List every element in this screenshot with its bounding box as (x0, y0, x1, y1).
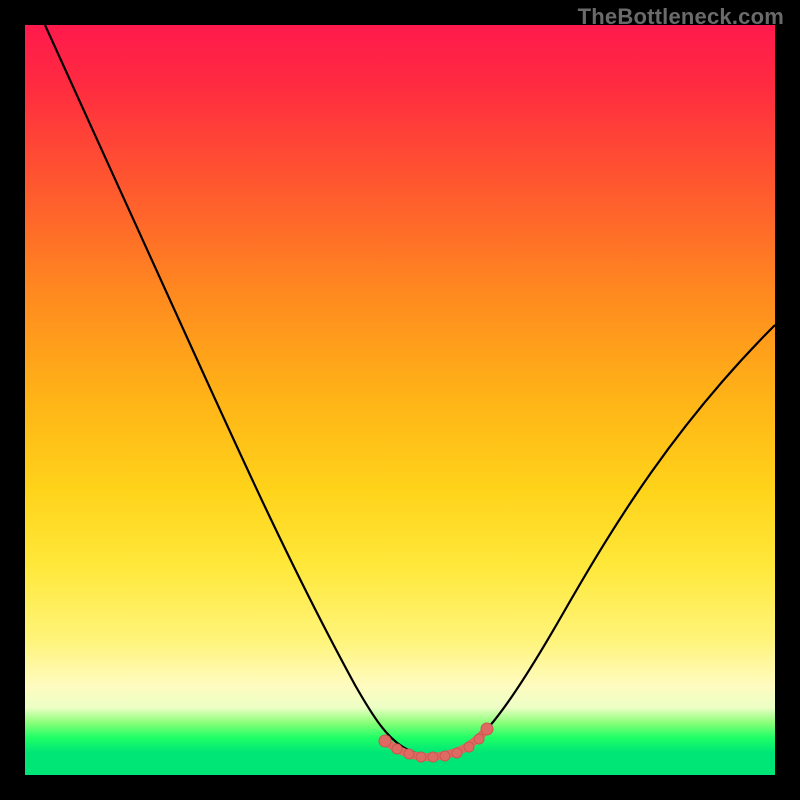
bottleneck-curve (45, 25, 775, 756)
plot-area (25, 25, 775, 775)
chart-stage: TheBottleneck.com (0, 0, 800, 800)
chart-svg (25, 25, 775, 775)
